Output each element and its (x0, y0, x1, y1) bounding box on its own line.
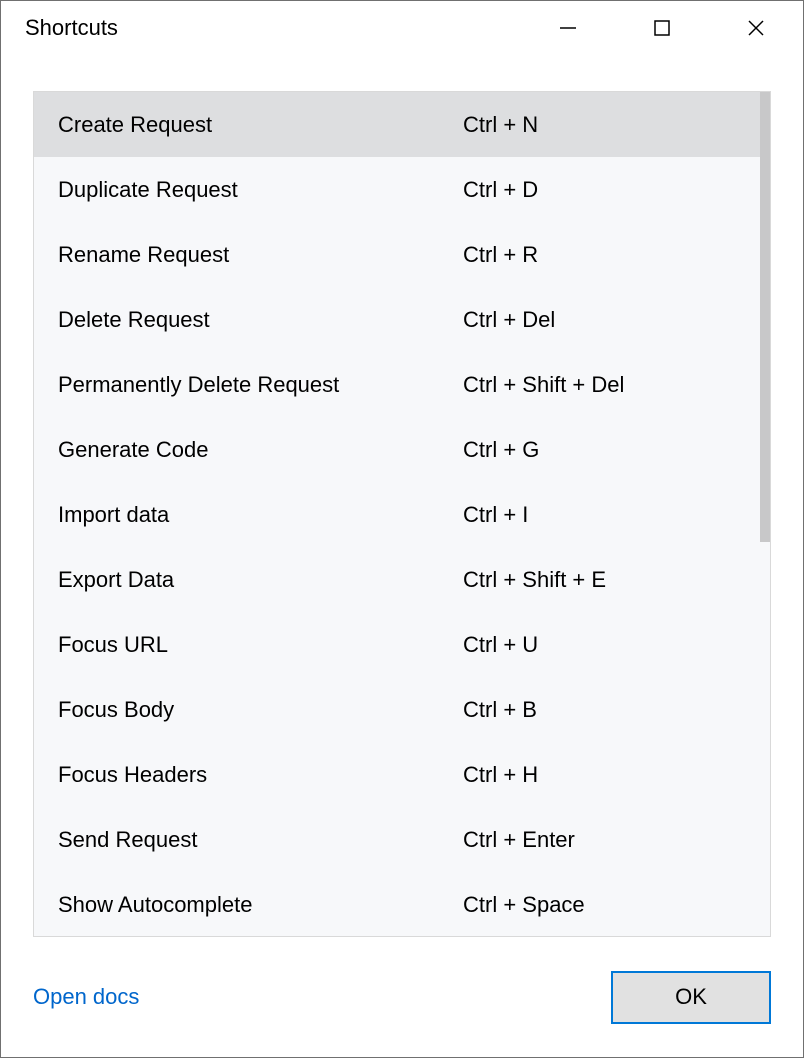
minimize-icon (558, 18, 578, 38)
shortcut-keys: Ctrl + R (463, 242, 746, 268)
shortcut-keys: Ctrl + Del (463, 307, 746, 333)
shortcut-keys: Ctrl + G (463, 437, 746, 463)
open-docs-link[interactable]: Open docs (33, 984, 139, 1010)
shortcut-label: Focus Headers (58, 762, 463, 788)
maximize-icon (652, 18, 672, 38)
shortcut-label: Focus Body (58, 697, 463, 723)
shortcut-row[interactable]: Duplicate RequestCtrl + D (34, 157, 770, 222)
shortcut-keys: Ctrl + B (463, 697, 746, 723)
shortcut-keys: Ctrl + I (463, 502, 746, 528)
scrollbar-thumb[interactable] (760, 92, 770, 542)
shortcut-row[interactable]: Show AutocompleteCtrl + Space (34, 872, 770, 936)
shortcut-label: Generate Code (58, 437, 463, 463)
shortcut-label: Create Request (58, 112, 463, 138)
shortcut-label: Permanently Delete Request (58, 372, 463, 398)
shortcut-row[interactable]: Generate CodeCtrl + G (34, 417, 770, 482)
shortcut-row[interactable]: Focus URLCtrl + U (34, 612, 770, 677)
maximize-button[interactable] (615, 1, 709, 55)
dialog-footer: Open docs OK (1, 937, 803, 1057)
shortcut-keys: Ctrl + H (463, 762, 746, 788)
shortcut-row[interactable]: Permanently Delete RequestCtrl + Shift +… (34, 352, 770, 417)
shortcut-label: Rename Request (58, 242, 463, 268)
shortcut-keys: Ctrl + Shift + Del (463, 372, 746, 398)
titlebar: Shortcuts (1, 1, 803, 55)
scrollbar-track[interactable] (760, 92, 770, 936)
shortcut-label: Duplicate Request (58, 177, 463, 203)
window-title: Shortcuts (25, 15, 521, 41)
ok-button[interactable]: OK (611, 971, 771, 1024)
shortcut-row[interactable]: Create RequestCtrl + N (34, 92, 770, 157)
shortcut-row[interactable]: Rename RequestCtrl + R (34, 222, 770, 287)
shortcuts-dialog: Shortcuts Create RequestCtrl + N (0, 0, 804, 1058)
shortcut-label: Focus URL (58, 632, 463, 658)
close-button[interactable] (709, 1, 803, 55)
minimize-button[interactable] (521, 1, 615, 55)
shortcut-row[interactable]: Focus HeadersCtrl + H (34, 742, 770, 807)
shortcut-row[interactable]: Delete RequestCtrl + Del (34, 287, 770, 352)
shortcut-row[interactable]: Focus BodyCtrl + B (34, 677, 770, 742)
shortcut-row[interactable]: Import dataCtrl + I (34, 482, 770, 547)
shortcut-keys: Ctrl + N (463, 112, 746, 138)
shortcut-keys: Ctrl + U (463, 632, 746, 658)
shortcut-label: Export Data (58, 567, 463, 593)
shortcut-label: Show Autocomplete (58, 892, 463, 918)
shortcuts-list: Create RequestCtrl + NDuplicate RequestC… (33, 91, 771, 937)
close-icon (746, 18, 766, 38)
shortcut-row[interactable]: Export DataCtrl + Shift + E (34, 547, 770, 612)
shortcuts-scroll[interactable]: Create RequestCtrl + NDuplicate RequestC… (34, 92, 770, 936)
content-area: Create RequestCtrl + NDuplicate RequestC… (1, 55, 803, 937)
shortcut-row[interactable]: Send RequestCtrl + Enter (34, 807, 770, 872)
shortcut-label: Delete Request (58, 307, 463, 333)
titlebar-buttons (521, 1, 803, 55)
shortcut-keys: Ctrl + Shift + E (463, 567, 746, 593)
shortcut-label: Import data (58, 502, 463, 528)
shortcut-keys: Ctrl + Space (463, 892, 746, 918)
shortcut-label: Send Request (58, 827, 463, 853)
shortcut-keys: Ctrl + Enter (463, 827, 746, 853)
shortcut-keys: Ctrl + D (463, 177, 746, 203)
